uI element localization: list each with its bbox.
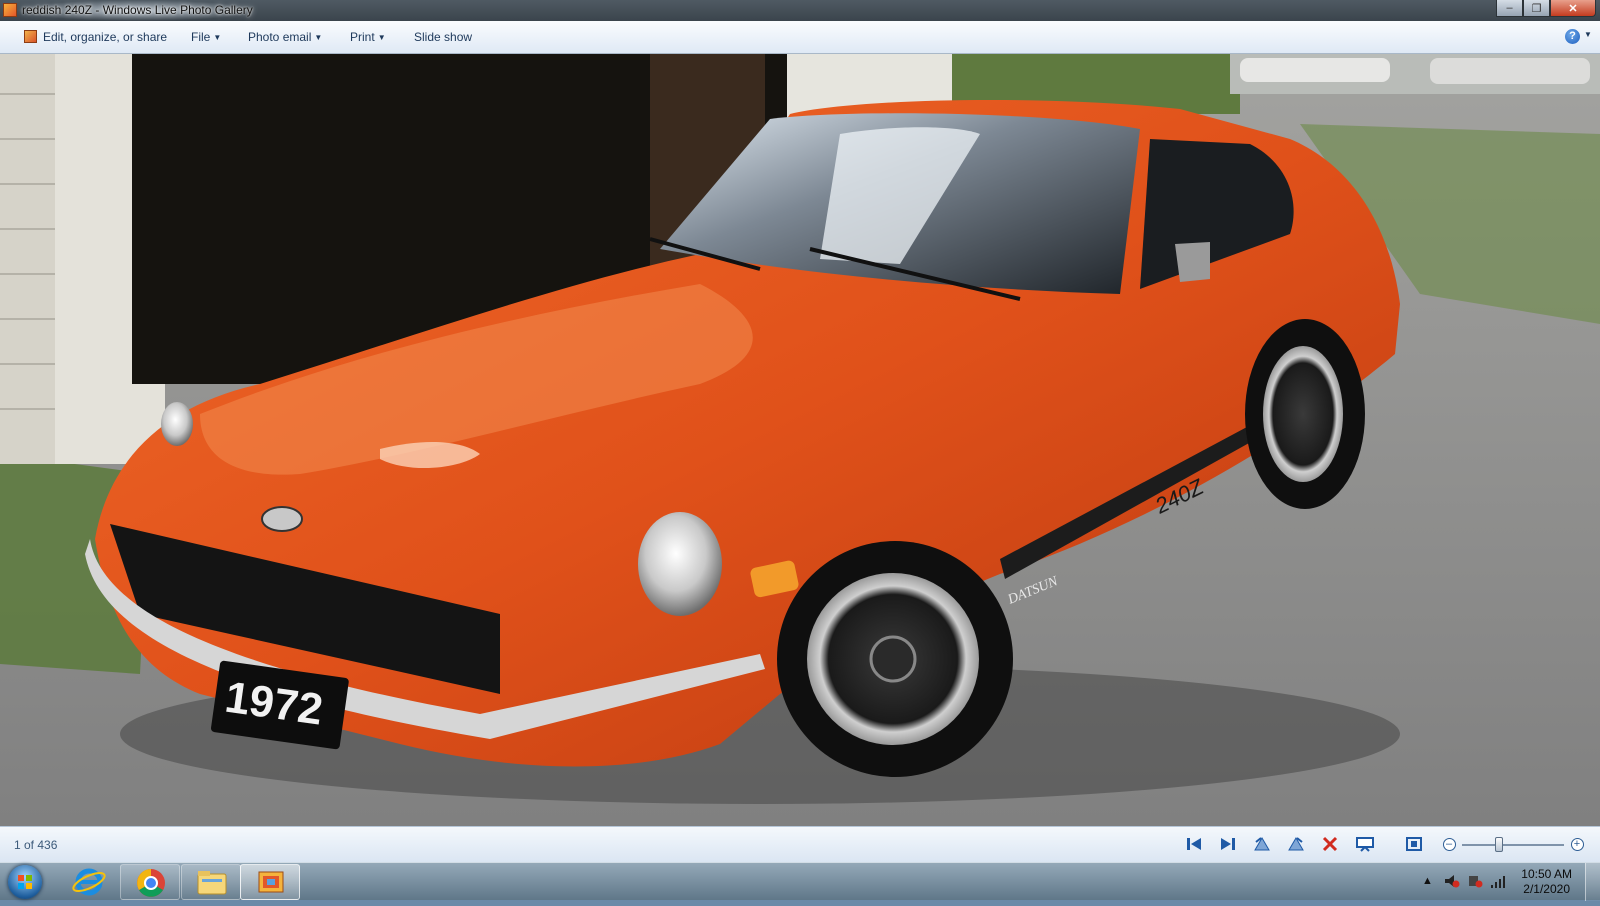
menu-label: Photo email (248, 30, 312, 44)
next-button[interactable] (1219, 836, 1237, 852)
taskbar: ▲ 10:50 AM 2/1/2020 (0, 862, 1600, 901)
menu-file[interactable]: File ▼ (191, 30, 221, 44)
taskbar-photo-gallery[interactable] (240, 864, 300, 900)
show-desktop-button[interactable] (1585, 863, 1600, 901)
zoom-slider-track[interactable] (1462, 844, 1564, 846)
photo-counter: 1 of 436 (14, 838, 58, 852)
previous-button[interactable] (1185, 836, 1203, 852)
dropdown-arrow-icon: ▼ (314, 33, 323, 42)
car-photo: 1972 240Z DATSUN (0, 54, 1600, 826)
dropdown-arrow-icon: ▼ (377, 33, 386, 42)
rotate-right-button[interactable] (1287, 836, 1305, 852)
help-dropdown-icon[interactable]: ▼ (1584, 30, 1592, 39)
edit-organize-icon (24, 30, 37, 43)
menu-bar: Edit, organize, or share File ▼ Photo ema… (0, 21, 1600, 54)
help-icon[interactable]: ? (1565, 29, 1580, 44)
zoom-in-icon: + (1570, 837, 1584, 851)
start-button[interactable] (8, 865, 42, 899)
windows-logo-icon (18, 875, 32, 889)
title-bar: reddish 240Z - Windows Live Photo Galler… (0, 0, 1600, 21)
slideshow-icon (1356, 837, 1374, 852)
chrome-icon (137, 869, 165, 897)
close-button[interactable]: ✕ (1550, 0, 1596, 17)
system-clock[interactable]: 10:50 AM 2/1/2020 (1521, 867, 1572, 897)
rotate-right-icon (1288, 837, 1304, 851)
clock-time: 10:50 AM (1521, 867, 1572, 881)
photo-gallery-icon[interactable] (3, 3, 17, 17)
taskbar-file-explorer[interactable] (181, 864, 241, 900)
menu-label: File (191, 30, 211, 44)
action-center-icon[interactable] (1467, 874, 1483, 891)
menu-label: Slide show (414, 30, 473, 44)
photo-gallery-icon (258, 871, 284, 893)
dropdown-arrow-icon: ▼ (213, 33, 222, 42)
menu-label: Edit, organize, or share (43, 30, 168, 44)
menu-print[interactable]: Print ▼ (350, 30, 386, 44)
volume-muted-icon[interactable] (1444, 874, 1460, 891)
zoom-slider-thumb[interactable] (1495, 837, 1503, 852)
window-controls: – ❐ ✕ (1496, 0, 1596, 17)
taskbar-chrome[interactable] (120, 864, 180, 900)
delete-icon (1322, 836, 1338, 852)
zoom-out-icon: – (1442, 837, 1456, 851)
menu-slide-show[interactable]: Slide show (414, 30, 472, 44)
previous-icon (1187, 838, 1201, 850)
rotate-left-icon (1254, 837, 1270, 851)
zoom-out-button[interactable]: – (1440, 836, 1458, 852)
internet-explorer-icon (72, 868, 106, 896)
menu-edit-organize-share[interactable]: Edit, organize, or share (43, 30, 167, 44)
minimize-button[interactable]: – (1496, 0, 1523, 17)
fit-window-button[interactable] (1405, 836, 1423, 852)
menu-photo-email[interactable]: Photo email ▼ (248, 30, 322, 44)
window-title: reddish 240Z - Windows Live Photo Galler… (22, 3, 253, 17)
zoom-in-button[interactable]: + (1568, 836, 1586, 852)
photo-viewer[interactable]: 1972 240Z DATSUN (0, 54, 1600, 826)
taskbar-internet-explorer[interactable] (59, 864, 119, 900)
slideshow-button[interactable] (1356, 836, 1374, 852)
delete-button[interactable] (1321, 836, 1339, 852)
network-signal-icon[interactable] (1490, 875, 1506, 892)
maximize-button[interactable]: ❐ (1523, 0, 1550, 17)
next-icon (1221, 838, 1235, 850)
file-explorer-icon (197, 871, 227, 895)
menu-label: Print (350, 30, 375, 44)
show-hidden-icons[interactable]: ▲ (1422, 875, 1433, 887)
status-bar: 1 of 436 – + (0, 826, 1600, 862)
rotate-left-button[interactable] (1253, 836, 1271, 852)
clock-date: 2/1/2020 (1523, 882, 1570, 896)
fit-window-icon (1406, 837, 1422, 851)
